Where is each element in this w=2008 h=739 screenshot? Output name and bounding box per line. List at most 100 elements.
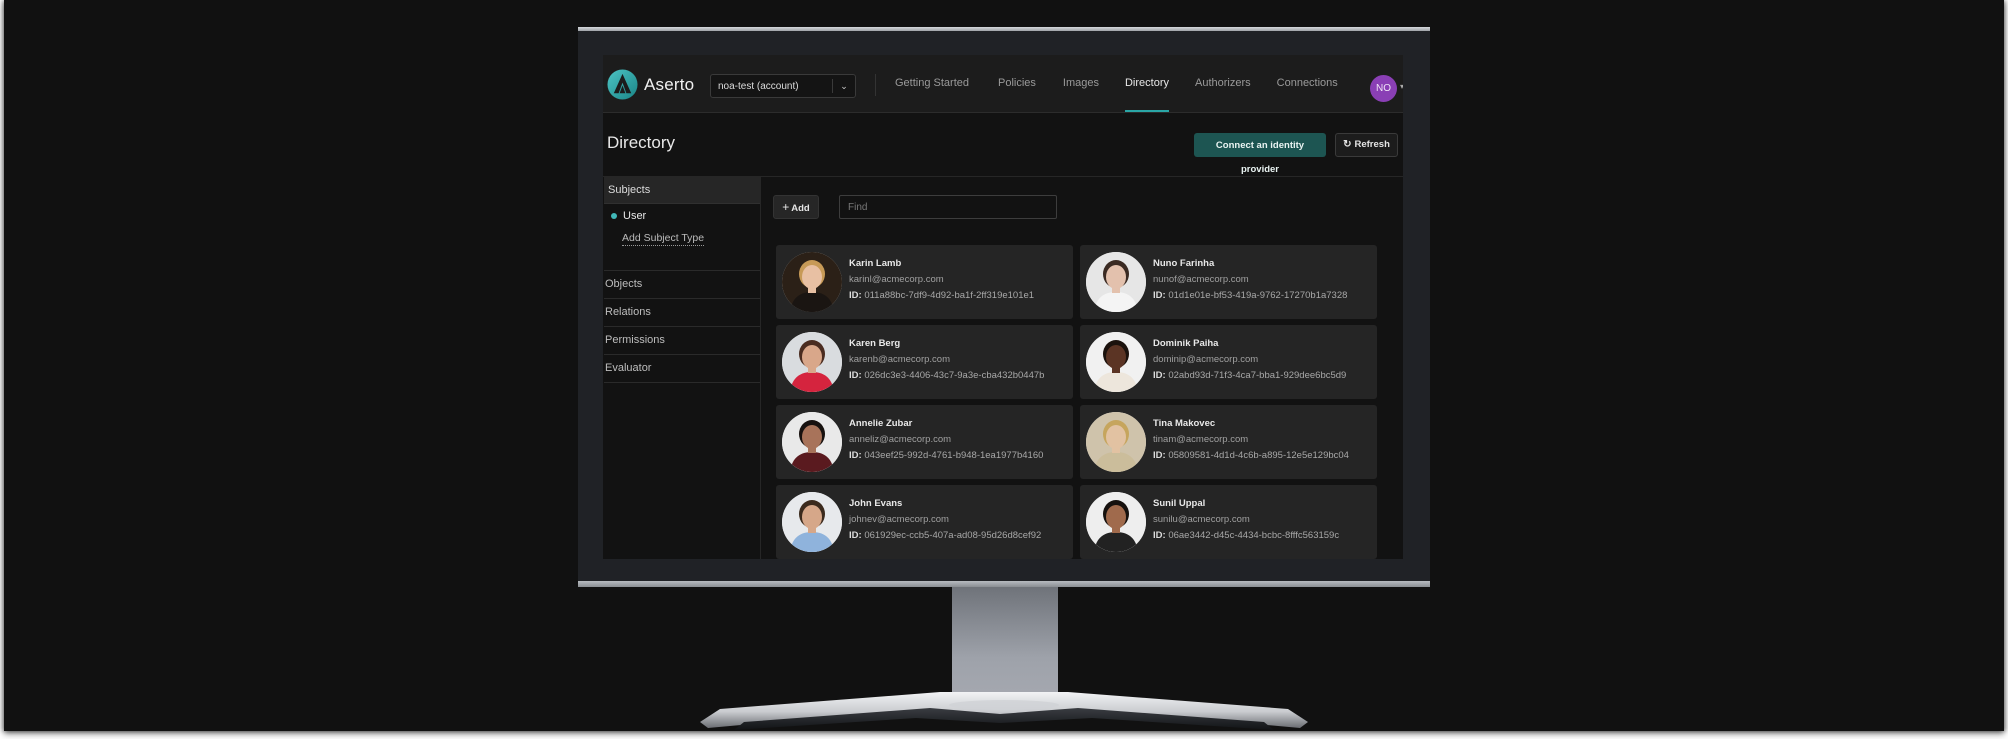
avatar[interactable]: NO	[1370, 75, 1397, 102]
user-card[interactable]: Karin Lamb karinl@acmecorp.com ID: 011a8…	[776, 245, 1073, 319]
user-id-value: 061929ec-ccb5-407a-ad08-95d26d8cef92	[864, 530, 1042, 541]
user-card[interactable]: Karen Berg karenb@acmecorp.com ID: 026dc…	[776, 325, 1073, 399]
aserto-logo-icon	[607, 69, 638, 100]
user-id-label: ID:	[849, 370, 862, 381]
refresh-button[interactable]: ↻ Refresh	[1335, 133, 1398, 157]
user-id: ID: 02abd93d-71f3-4ca7-bba1-929dee6bc5d9	[1153, 370, 1346, 381]
user-card[interactable]: Nuno Farinha nunof@acmecorp.com ID: 01d1…	[1080, 245, 1377, 319]
active-dot-icon	[611, 212, 617, 219]
user-email: johnev@acmecorp.com	[849, 514, 949, 525]
sidebar-item-label: User	[623, 209, 647, 222]
page-header: Directory Connect an identity provider ↻…	[603, 113, 1403, 177]
main-nav: Getting Started Policies Images Director…	[895, 55, 1362, 112]
add-button[interactable]: + Add	[773, 195, 819, 219]
sidebar-item-user[interactable]: User	[604, 204, 760, 227]
user-photo	[1086, 252, 1146, 312]
user-email: nunof@acmecorp.com	[1153, 274, 1249, 285]
user-id: ID: 01d1e01e-bf53-419a-9762-17270b1a7328	[1153, 290, 1347, 301]
find-input[interactable]	[839, 195, 1057, 219]
user-email: anneliz@acmecorp.com	[849, 434, 952, 445]
user-name: Sunil Uppal	[1153, 498, 1206, 509]
user-id-label: ID:	[1153, 450, 1166, 461]
user-name: Nuno Farinha	[1153, 258, 1215, 269]
user-avatar-image	[782, 332, 842, 392]
user-avatar-image	[782, 412, 842, 472]
user-name: John Evans	[849, 498, 903, 509]
account-select-value: noa-test (account)	[718, 80, 799, 92]
user-email: tinam@acmecorp.com	[1153, 434, 1249, 445]
user-id-label: ID:	[849, 290, 862, 301]
sidebar-item-evaluator[interactable]: Evaluator	[604, 354, 760, 383]
user-email: sunilu@acmecorp.com	[1153, 514, 1250, 525]
user-name: Tina Makovec	[1153, 418, 1216, 429]
account-select[interactable]: noa-test (account) ⌄	[710, 74, 856, 98]
nav-policies[interactable]: Policies	[998, 55, 1036, 112]
connect-identity-provider-button[interactable]: Connect an identity provider	[1194, 133, 1326, 175]
user-avatar-image	[1086, 492, 1146, 552]
user-name: Dominik Paiha	[1153, 338, 1219, 349]
user-id: ID: 061929ec-ccb5-407a-ad08-95d26d8cef92	[849, 530, 1041, 541]
user-id-label: ID:	[1153, 290, 1166, 301]
user-card[interactable]: Annelie Zubar anneliz@acmecorp.com ID: 0…	[776, 405, 1073, 479]
monitor-stand-neck	[952, 587, 1058, 705]
user-name: Karin Lamb	[849, 258, 902, 269]
user-avatar-image	[782, 492, 842, 552]
user-id-value: 06ae3442-d45c-4434-bcbc-8fffc563159c	[1168, 530, 1340, 541]
user-photo	[782, 412, 842, 472]
add-label: Add	[791, 203, 810, 214]
user-id-value: 05809581-4d1d-4c6b-a895-12e5e129bc04	[1168, 450, 1349, 461]
user-photo	[782, 492, 842, 552]
monitor-top-edge	[578, 27, 1430, 31]
user-id: ID: 05809581-4d1d-4c6b-a895-12e5e129bc04	[1153, 450, 1349, 461]
user-id: ID: 026dc3e3-4406-43c7-9a3e-cba432b0447b	[849, 370, 1044, 381]
nav-connections[interactable]: Connections	[1277, 55, 1338, 112]
user-id-value: 02abd93d-71f3-4ca7-bba1-929dee6bc5d9	[1168, 370, 1347, 381]
user-photo	[1086, 412, 1146, 472]
user-id-value: 011a88bc-7df9-4d92-ba1f-2ff319e101e1	[864, 290, 1035, 301]
user-avatar-image	[1086, 332, 1146, 392]
app-screen: Aserto noa-test (account) ⌄ Getting Star…	[603, 55, 1403, 559]
nav-directory[interactable]: Directory	[1124, 55, 1170, 112]
user-id-value: 026dc3e3-4406-43c7-9a3e-cba432b0447b	[864, 370, 1045, 381]
user-avatar-image	[782, 252, 842, 312]
user-card[interactable]: Tina Makovec tinam@acmecorp.com ID: 0580…	[1080, 405, 1377, 479]
add-subject-type-link[interactable]: Add Subject Type	[604, 227, 760, 250]
user-photo	[782, 252, 842, 312]
sidebar-item-relations[interactable]: Relations	[604, 298, 760, 326]
sidebar-subjects-header[interactable]: Subjects	[604, 177, 760, 204]
user-id: ID: 011a88bc-7df9-4d92-ba1f-2ff319e101e1	[849, 290, 1034, 301]
user-email: karinl@acmecorp.com	[849, 274, 944, 285]
user-photo	[1086, 332, 1146, 392]
user-email: karenb@acmecorp.com	[849, 354, 950, 365]
user-id: ID: 06ae3442-d45c-4434-bcbc-8fffc563159c	[1153, 530, 1339, 541]
refresh-icon: ↻	[1343, 139, 1352, 150]
user-id-label: ID:	[849, 530, 862, 541]
user-card[interactable]: John Evans johnev@acmecorp.com ID: 06192…	[776, 485, 1073, 559]
caret-down-icon[interactable]: ▾	[1400, 82, 1403, 91]
user-card[interactable]: Sunil Uppal sunilu@acmecorp.com ID: 06ae…	[1080, 485, 1377, 559]
sidebar-item-permissions[interactable]: Permissions	[604, 326, 760, 354]
user-id-label: ID:	[1153, 370, 1166, 381]
sidebar-item-objects[interactable]: Objects	[604, 270, 760, 298]
user-name: Karen Berg	[849, 338, 901, 349]
chevron-down-icon[interactable]: ⌄	[833, 81, 855, 92]
nav-authorizers[interactable]: Authorizers	[1195, 55, 1251, 112]
user-id-label: ID:	[849, 450, 862, 461]
plus-icon: +	[782, 200, 790, 214]
nav-getting-started[interactable]: Getting Started	[895, 55, 969, 112]
brand-logo[interactable]: Aserto	[607, 69, 694, 100]
directory-main: +Add Karin Lamb karinl@acmecorp.com ID: …	[761, 177, 1403, 559]
user-card[interactable]: Dominik Paiha dominip@acmecorp.com ID: 0…	[1080, 325, 1377, 399]
user-email: dominip@acmecorp.com	[1153, 354, 1259, 365]
user-name: Annelie Zubar	[849, 418, 913, 429]
nav-images[interactable]: Images	[1063, 55, 1099, 112]
user-id-value: 01d1e01e-bf53-419a-9762-17270b1a7328	[1168, 290, 1348, 301]
brand-name: Aserto	[644, 74, 695, 94]
user-avatar-image	[1086, 252, 1146, 312]
refresh-label: Refresh	[1354, 139, 1390, 150]
user-avatar-image	[1086, 412, 1146, 472]
user-id-label: ID:	[1153, 530, 1166, 541]
user-id: ID: 043eef25-992d-4761-b948-1ea1977b4160	[849, 450, 1043, 461]
top-nav-bar: Aserto noa-test (account) ⌄ Getting Star…	[603, 55, 1403, 113]
